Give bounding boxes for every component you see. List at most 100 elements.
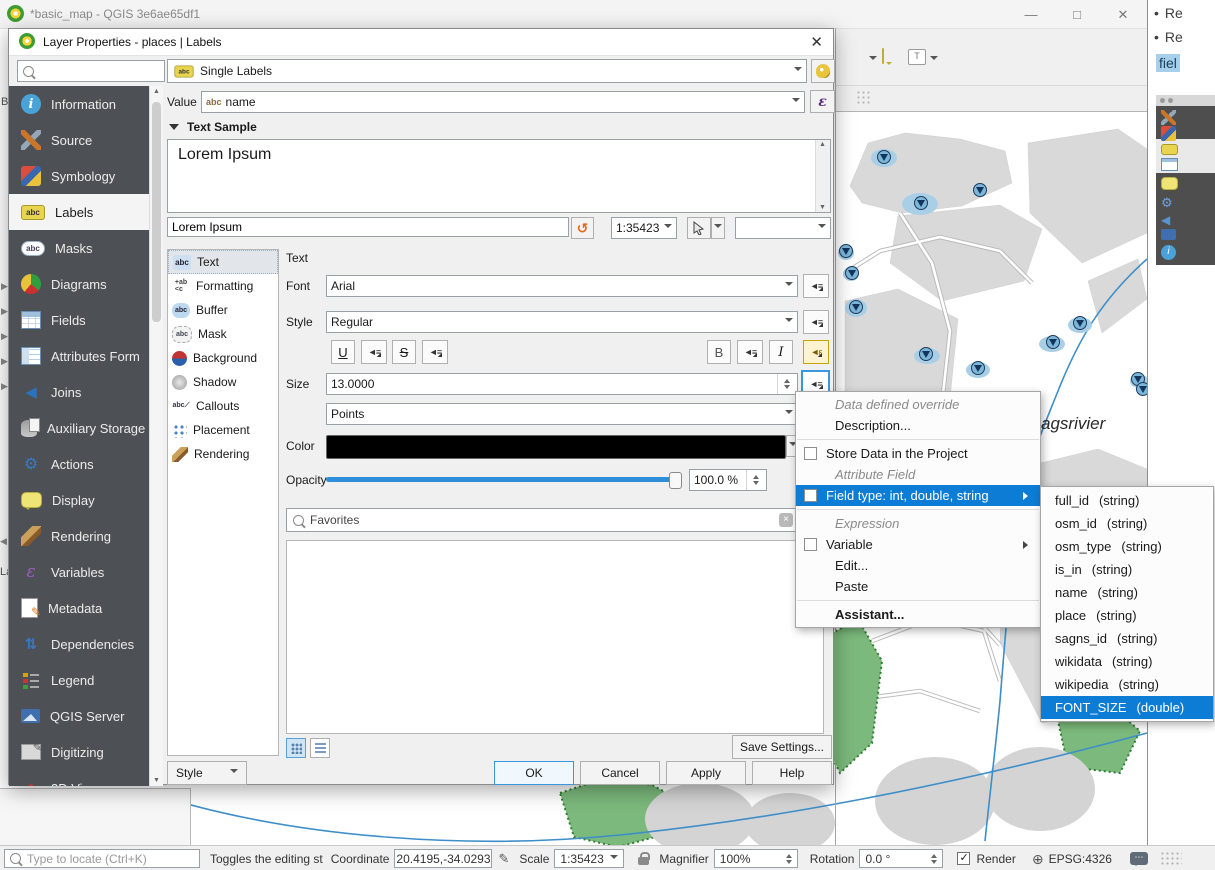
sidebar-scrollbar[interactable]: ▲ ▼: [149, 86, 163, 786]
submenu-item-name[interactable]: name(string): [1041, 581, 1213, 604]
tab-callouts[interactable]: Callouts: [168, 394, 278, 418]
editing-pen-icon[interactable]: [498, 851, 509, 867]
sidebar-item-symbology[interactable]: Symbology: [9, 158, 149, 194]
font-data-defined-button[interactable]: ◄≡: [803, 274, 829, 298]
sidebar-item-variables[interactable]: Variables: [9, 554, 149, 590]
sidebar-item-masks[interactable]: Masks: [9, 230, 149, 266]
menu-item-paste[interactable]: Paste: [796, 576, 1040, 597]
sidebar-item-auxiliary-storage[interactable]: Auxiliary Storage: [9, 410, 149, 446]
collapsed-arrow-icon[interactable]: ▶: [1, 281, 8, 292]
magnifier-spin-arrows[interactable]: [786, 851, 792, 867]
sidebar-item-labels[interactable]: Labels: [9, 194, 149, 230]
scroll-up-icon[interactable]: ▲: [153, 88, 160, 95]
style-data-defined-button[interactable]: ◄≡: [803, 310, 829, 334]
font-select[interactable]: Arial: [326, 275, 798, 297]
menu-item-variable[interactable]: Variable: [796, 534, 1040, 555]
menu-item-store-data[interactable]: Store Data in the Project: [796, 443, 1040, 464]
properties-search-box[interactable]: [17, 60, 165, 82]
scrollbar-thumb[interactable]: [152, 102, 161, 322]
messages-icon[interactable]: ⋯: [1130, 852, 1148, 865]
sidebar-item-fields[interactable]: Fields: [9, 302, 149, 338]
submenu-item-wikidata[interactable]: wikidata(string): [1041, 650, 1213, 673]
scale-combobox[interactable]: 1:35423: [554, 849, 624, 868]
collapse-arrow-icon[interactable]: ◀: [0, 536, 7, 547]
apply-button[interactable]: Apply: [666, 761, 746, 785]
scale-lock-icon[interactable]: [638, 852, 649, 865]
measure-dropdown-icon[interactable]: [869, 56, 877, 64]
tab-buffer[interactable]: Buffer: [168, 298, 278, 322]
tab-formatting[interactable]: Formatting: [168, 274, 278, 298]
bold-data-defined-button[interactable]: ◄≡: [737, 340, 763, 364]
size-spinbox[interactable]: 13.0000: [326, 373, 798, 395]
strikeout-button[interactable]: S: [392, 340, 416, 364]
submenu-item-wikipedia[interactable]: wikipedia(string): [1041, 673, 1213, 696]
tab-shadow[interactable]: Shadow: [168, 370, 278, 394]
toolbar-drag-handle[interactable]: [856, 90, 870, 106]
save-settings-button[interactable]: Save Settings...: [732, 735, 832, 759]
text-annotation-icon[interactable]: T: [908, 49, 926, 65]
size-spin-arrows[interactable]: [777, 374, 793, 394]
annotation-dropdown-icon[interactable]: [930, 56, 938, 64]
menu-item-description[interactable]: Description...: [796, 415, 1040, 436]
menu-item-field-type[interactable]: Field type: int, double, string: [796, 485, 1040, 506]
tab-placement[interactable]: Placement: [168, 418, 278, 442]
collapsed-arrow-icon[interactable]: ▶: [1, 331, 8, 342]
sidebar-item-rendering[interactable]: Rendering: [9, 518, 149, 554]
bold-button[interactable]: B: [707, 340, 731, 364]
sidebar-item-attributes-form[interactable]: Attributes Form: [9, 338, 149, 374]
underline-data-defined-button[interactable]: ◄≡: [361, 340, 387, 364]
style-preview-area[interactable]: [286, 540, 824, 734]
sample-scrollbar[interactable]: ▲ ▼: [815, 140, 830, 212]
value-field-select[interactable]: abc name: [201, 91, 805, 113]
style-manager-button[interactable]: [811, 59, 835, 83]
locate-search-box[interactable]: Type to locate (Ctrl+K): [4, 849, 200, 868]
crs-value[interactable]: EPSG:4326: [1049, 852, 1112, 866]
submenu-item-font-size[interactable]: FONT_SIZE(double): [1041, 696, 1213, 719]
sidebar-item-qgis-server[interactable]: QGIS Server: [9, 698, 149, 734]
collapsed-arrow-icon[interactable]: ▶: [1, 356, 8, 367]
scale-pick-dropdown[interactable]: [711, 217, 725, 239]
submenu-item-osm-type[interactable]: osm_type(string): [1041, 535, 1213, 558]
reset-sample-button[interactable]: ↺: [571, 217, 594, 239]
opacity-slider-handle[interactable]: [669, 472, 682, 489]
dialog-close-icon[interactable]: ✕: [810, 33, 823, 51]
sample-text-input[interactable]: [167, 217, 569, 237]
icon-view-button[interactable]: [286, 738, 306, 758]
sample-extra-select[interactable]: [735, 217, 831, 239]
favorites-search-box[interactable]: Favorites ×: [286, 508, 800, 532]
italic-expression-button[interactable]: ◄ε: [803, 340, 829, 364]
sample-scale-select[interactable]: 1:35423: [611, 217, 677, 239]
rotation-spin-arrows[interactable]: [931, 851, 937, 867]
coordinate-box[interactable]: 20.4195,-34.0293: [394, 849, 492, 868]
close-button[interactable]: ✕: [1106, 6, 1140, 24]
expression-builder-button[interactable]: ε: [810, 90, 835, 113]
collapsed-arrow-icon[interactable]: ▶: [1, 306, 8, 317]
sidebar-item-source[interactable]: Source: [9, 122, 149, 158]
sidebar-item-3d-view[interactable]: 3D View: [9, 770, 149, 786]
sidebar-item-information[interactable]: Information: [9, 86, 149, 122]
map-tips-icon[interactable]: [882, 48, 884, 64]
menu-item-assistant[interactable]: Assistant...: [796, 604, 1040, 625]
label-mode-select[interactable]: Single Labels: [167, 59, 807, 83]
clear-filter-icon[interactable]: ×: [779, 513, 793, 527]
sidebar-item-metadata[interactable]: Metadata: [9, 590, 149, 626]
menu-item-edit[interactable]: Edit...: [796, 555, 1040, 576]
list-view-button[interactable]: [310, 738, 330, 758]
sidebar-item-dependencies[interactable]: Dependencies: [9, 626, 149, 662]
help-button[interactable]: Help: [752, 761, 832, 785]
cancel-button[interactable]: Cancel: [580, 761, 660, 785]
maximize-button[interactable]: □: [1060, 6, 1094, 24]
sidebar-item-diagrams[interactable]: Diagrams: [9, 266, 149, 302]
tab-rendering[interactable]: Rendering: [168, 442, 278, 466]
submenu-item-osm-id[interactable]: osm_id(string): [1041, 512, 1213, 535]
sidebar-item-legend[interactable]: Legend: [9, 662, 149, 698]
collapsed-arrow-icon[interactable]: ▶: [1, 381, 8, 392]
size-unit-select[interactable]: Points: [326, 403, 798, 425]
tab-text[interactable]: Text: [168, 250, 278, 274]
sidebar-item-digitizing[interactable]: Digitizing: [9, 734, 149, 770]
color-swatch[interactable]: [326, 435, 786, 459]
sidebar-item-display[interactable]: Display: [9, 482, 149, 518]
render-checkbox[interactable]: [957, 852, 970, 865]
font-style-select[interactable]: Regular: [326, 311, 798, 333]
ok-button[interactable]: OK: [494, 761, 574, 785]
